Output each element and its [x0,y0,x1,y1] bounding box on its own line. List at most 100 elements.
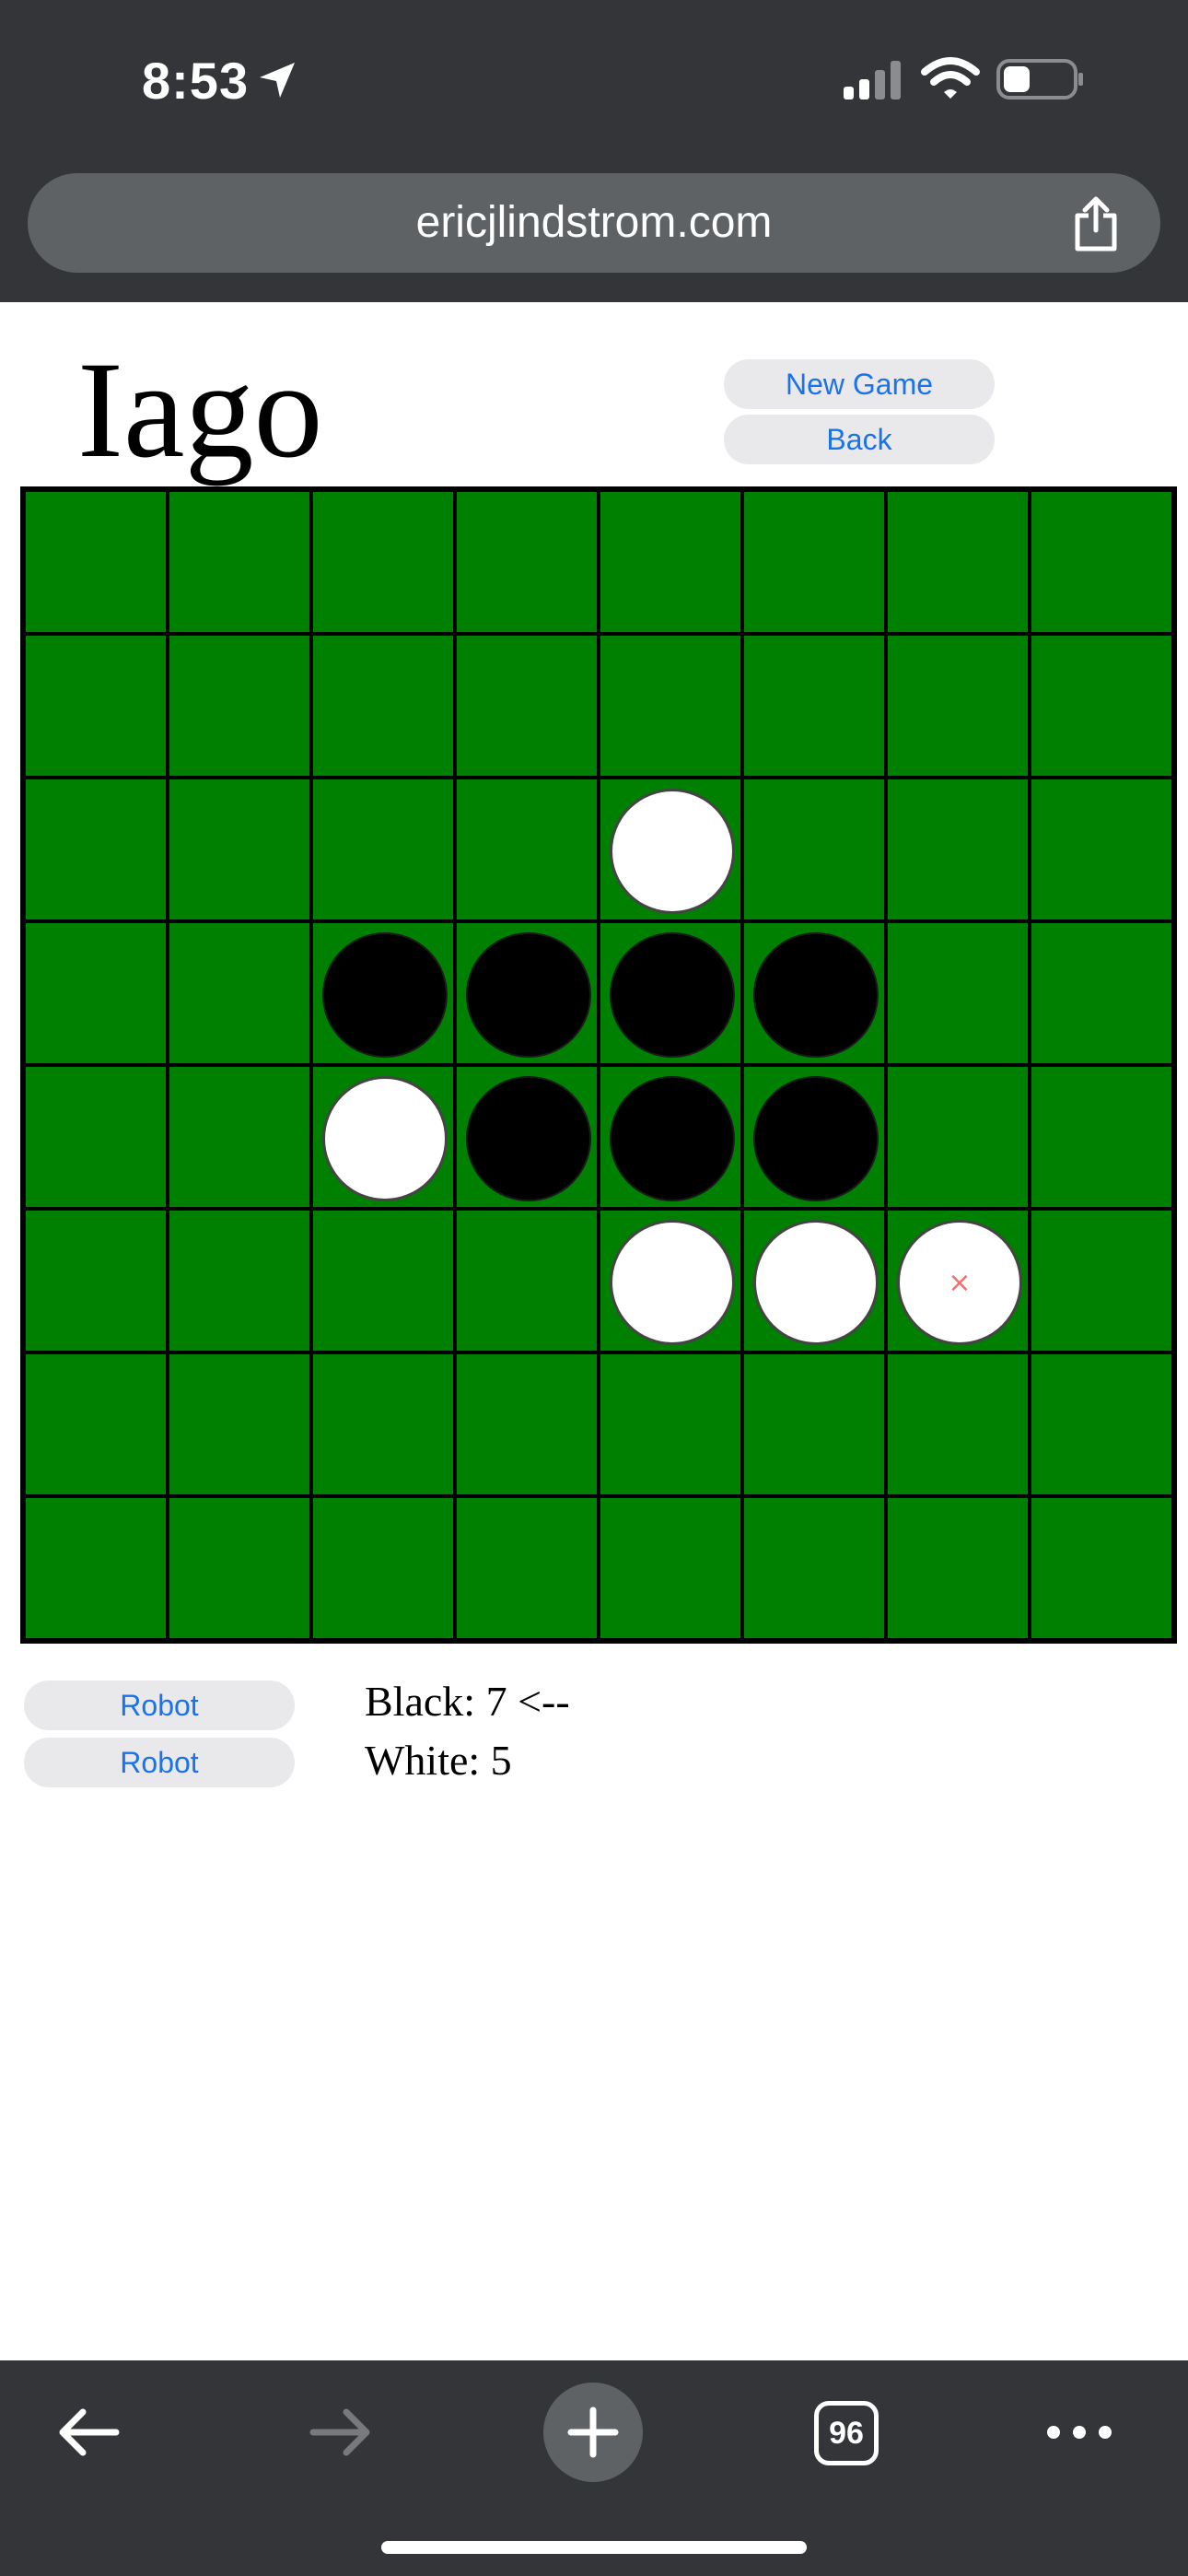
board-cell[interactable] [455,1065,599,1209]
player-white-robot-button[interactable]: Robot [24,1738,295,1787]
new-tab-button[interactable] [543,2383,643,2482]
board-cell[interactable] [742,1352,886,1496]
board-cell[interactable] [168,490,311,634]
black-disc [610,932,735,1058]
black-disc [466,1076,591,1201]
board-cell[interactable] [1030,1352,1173,1496]
board-cell[interactable] [1030,1496,1173,1640]
board-cell[interactable] [455,634,599,778]
board-cell[interactable] [168,921,311,1065]
board-cell[interactable] [742,921,886,1065]
game-board: × [20,486,1177,1644]
board-cell[interactable] [24,921,168,1065]
board-cell[interactable] [599,778,742,921]
black-disc [610,1076,735,1201]
board-cell[interactable]: × [886,1209,1030,1352]
share-icon[interactable] [1070,195,1122,252]
back-arrow-icon[interactable] [52,2395,125,2469]
board-cell[interactable] [455,778,599,921]
battery-icon [996,59,1083,100]
black-disc [753,1076,879,1201]
black-disc [466,932,591,1058]
board-cell[interactable] [742,778,886,921]
board-cell[interactable] [599,1209,742,1352]
board-cell[interactable] [168,1209,311,1352]
board-cell[interactable] [1030,778,1173,921]
board-cell[interactable] [599,1352,742,1496]
black-disc [753,932,879,1058]
board-cell[interactable] [311,1496,455,1640]
board-cell[interactable] [311,1352,455,1496]
board-cell[interactable] [599,921,742,1065]
board-cell[interactable] [886,490,1030,634]
browser-top-bar: 8:53 ericjlindstrom.com [0,0,1188,302]
board-cell[interactable] [24,634,168,778]
board-cell[interactable] [1030,1065,1173,1209]
board-cell[interactable] [24,1352,168,1496]
board-cell[interactable] [455,490,599,634]
board-cell[interactable] [24,778,168,921]
board-cell[interactable] [24,1065,168,1209]
board-cell[interactable] [311,778,455,921]
board-cell[interactable] [1030,921,1173,1065]
board-cell[interactable] [24,1496,168,1640]
board-cell[interactable] [311,1209,455,1352]
new-game-button[interactable]: New Game [724,359,995,409]
board-cell[interactable] [455,921,599,1065]
board-cell[interactable] [168,1496,311,1640]
wifi-icon [921,57,980,99]
board-cell[interactable] [455,1352,599,1496]
url-text[interactable]: ericjlindstrom.com [28,173,1160,273]
board-cell[interactable] [742,490,886,634]
white-disc: × [897,1220,1022,1345]
board-cell[interactable] [1030,490,1173,634]
board-cell[interactable] [599,1065,742,1209]
board-cell[interactable] [24,490,168,634]
white-disc [753,1220,879,1345]
white-score: White: 5 [365,1737,512,1784]
address-bar[interactable]: ericjlindstrom.com [28,173,1160,273]
tabs-icon[interactable]: 96 [814,2401,879,2465]
board-cell[interactable] [599,1496,742,1640]
board-cell[interactable] [455,1209,599,1352]
board-cell[interactable] [168,1065,311,1209]
white-disc [610,789,735,914]
location-arrow-icon [260,63,295,98]
signal-icon [844,61,901,100]
board-cell[interactable] [886,1352,1030,1496]
board-cell[interactable] [168,778,311,921]
board-cell[interactable] [24,1209,168,1352]
forward-arrow-icon[interactable] [304,2395,378,2469]
board-cell[interactable] [168,634,311,778]
board-cell[interactable] [599,490,742,634]
back-button[interactable]: Back [724,415,995,464]
board-cell[interactable] [1030,634,1173,778]
last-move-marker: × [948,1266,972,1299]
board-cell[interactable] [311,1065,455,1209]
board-cell[interactable] [886,1065,1030,1209]
browser-bottom-bar: 96 [0,2360,1188,2576]
board-cell[interactable] [1030,1209,1173,1352]
board-cell[interactable] [455,1496,599,1640]
board-cell[interactable] [311,634,455,778]
board-cell[interactable] [886,1496,1030,1640]
white-disc [322,1076,448,1201]
board-cell[interactable] [311,921,455,1065]
board-cell[interactable] [168,1352,311,1496]
home-indicator [381,2541,807,2554]
black-score: Black: 7 <-- [365,1678,570,1725]
board-cell[interactable] [599,634,742,778]
board-cell[interactable] [742,634,886,778]
board-cell[interactable] [742,1496,886,1640]
page-title: Iago [77,334,323,486]
board-cell[interactable] [886,634,1030,778]
more-icon[interactable] [1044,2406,1114,2458]
player-black-robot-button[interactable]: Robot [24,1680,295,1730]
status-time: 8:53 [142,52,250,110]
board-cell[interactable] [886,921,1030,1065]
black-disc [322,932,448,1058]
board-cell[interactable] [311,490,455,634]
board-cell[interactable] [742,1065,886,1209]
board-cell[interactable] [742,1209,886,1352]
board-cell[interactable] [886,778,1030,921]
